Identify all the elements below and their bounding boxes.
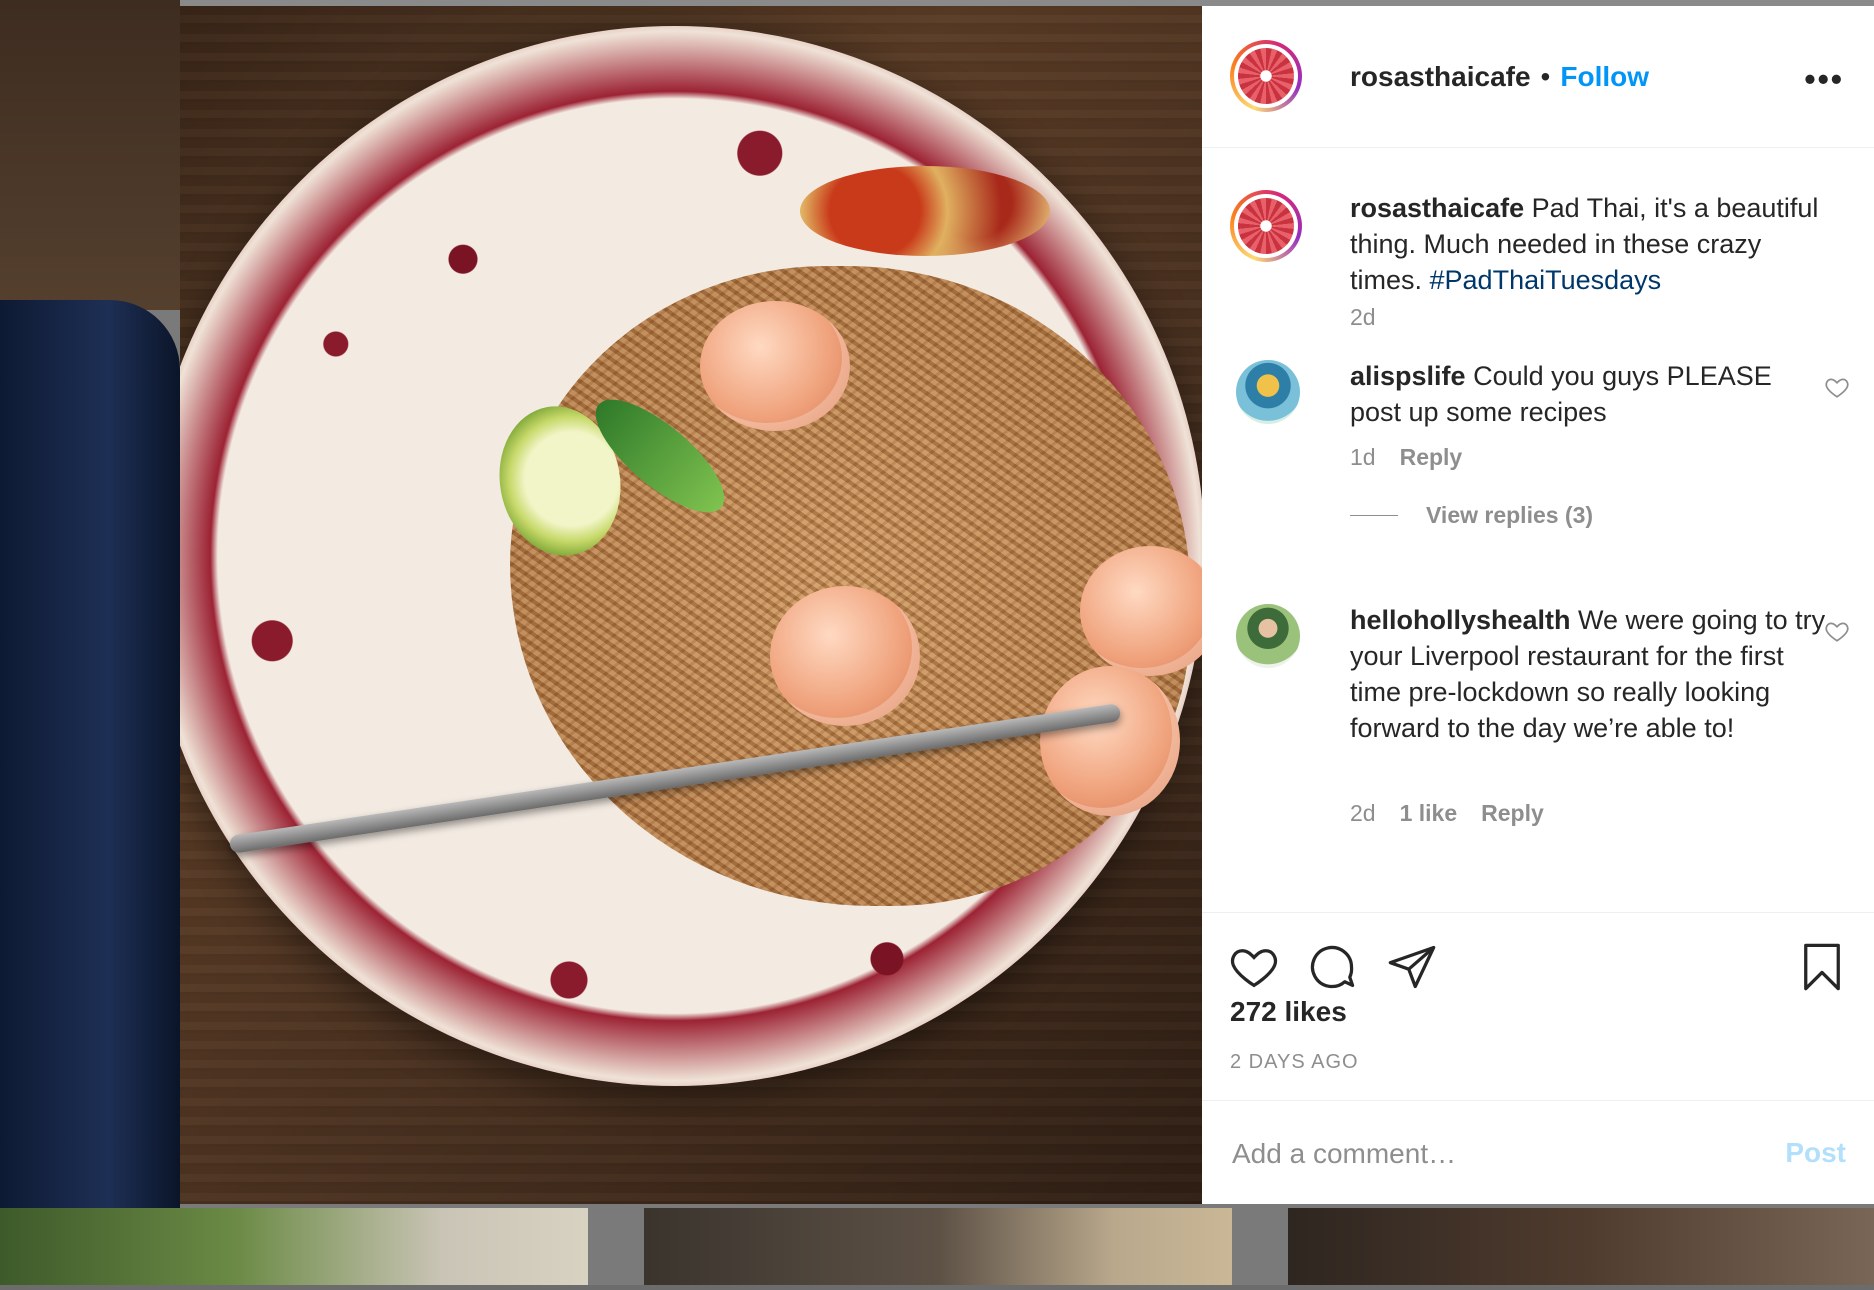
reply-button[interactable]: Reply [1481, 800, 1544, 827]
comment-timestamp: 1d [1350, 444, 1376, 470]
view-replies-label: View replies (3) [1426, 502, 1594, 528]
feed-background-photo [0, 0, 180, 310]
like-count[interactable]: 272 likes [1230, 996, 1347, 1028]
add-comment-input[interactable] [1230, 1131, 1754, 1177]
caption-username[interactable]: rosasthaicafe [1350, 193, 1524, 223]
post-comment-button[interactable]: Post [1785, 1137, 1846, 1169]
feed-thumbnail[interactable] [644, 1208, 1232, 1290]
feed-bottom-strip [0, 1285, 1874, 1290]
caption-text: rosasthaicafe Pad Thai, it's a beautiful… [1350, 190, 1830, 298]
comment-meta: 2d 1 like Reply [1350, 800, 1544, 827]
post-header: rosasthaicafe • Follow ••• [1202, 6, 1874, 148]
more-options-icon[interactable]: ••• [1804, 61, 1844, 98]
post-image[interactable] [180, 6, 1202, 1204]
feed-thumbnail[interactable] [1288, 1208, 1874, 1290]
shrimp [770, 586, 920, 726]
bookmark-icon[interactable] [1796, 941, 1848, 993]
feed-background-photo [0, 300, 180, 1250]
mandala-logo-icon [1238, 198, 1294, 254]
heart-icon[interactable] [1228, 941, 1280, 993]
replies-divider-line [1350, 515, 1398, 516]
comment-icon[interactable] [1306, 941, 1358, 993]
share-icon[interactable] [1386, 941, 1438, 993]
comment-meta: 1d Reply [1350, 444, 1462, 471]
heart-icon[interactable] [1824, 374, 1850, 400]
follow-button[interactable]: Follow [1560, 61, 1649, 93]
header-username[interactable]: rosasthaicafe [1350, 61, 1531, 93]
comment-username[interactable]: alispslife [1350, 361, 1466, 391]
comment-timestamp: 2d [1350, 800, 1376, 826]
action-bar [1202, 912, 1874, 991]
chili-flakes [800, 166, 1050, 256]
mandala-logo-icon [1238, 48, 1294, 104]
avatar[interactable] [1230, 190, 1302, 262]
avatar[interactable] [1236, 360, 1300, 424]
hashtag-link[interactable]: #PadThaiTuesdays [1430, 265, 1662, 295]
caption-meta: 2d [1350, 304, 1376, 331]
reply-button[interactable]: Reply [1400, 444, 1463, 471]
feed-thumbnail[interactable] [0, 1208, 588, 1290]
post-side-panel: rosasthaicafe • Follow ••• rosasthaicafe… [1202, 6, 1874, 1204]
comment-text: alispslife Could you guys PLEASE post up… [1350, 358, 1830, 430]
post-timestamp: 2 DAYS AGO [1230, 1051, 1359, 1073]
shrimp [700, 301, 850, 431]
comment-username[interactable]: hellohollyshealth [1350, 605, 1571, 635]
heart-icon[interactable] [1824, 618, 1850, 644]
avatar[interactable] [1230, 40, 1302, 112]
header-user-line: rosasthaicafe • Follow [1350, 61, 1649, 93]
avatar[interactable] [1236, 604, 1300, 668]
comment-likes[interactable]: 1 like [1400, 800, 1458, 827]
separator-dot: • [1540, 61, 1551, 92]
post-modal: rosasthaicafe • Follow ••• rosasthaicafe… [180, 6, 1874, 1204]
caption-timestamp: 2d [1350, 304, 1376, 330]
comment-composer: Post [1202, 1100, 1874, 1205]
view-replies-button[interactable]: View replies (3) [1350, 502, 1593, 529]
shrimp [1040, 666, 1180, 816]
comment-text: hellohollyshealth We were going to try y… [1350, 602, 1830, 746]
comments-list[interactable]: rosasthaicafe Pad Thai, it's a beautiful… [1202, 148, 1874, 910]
